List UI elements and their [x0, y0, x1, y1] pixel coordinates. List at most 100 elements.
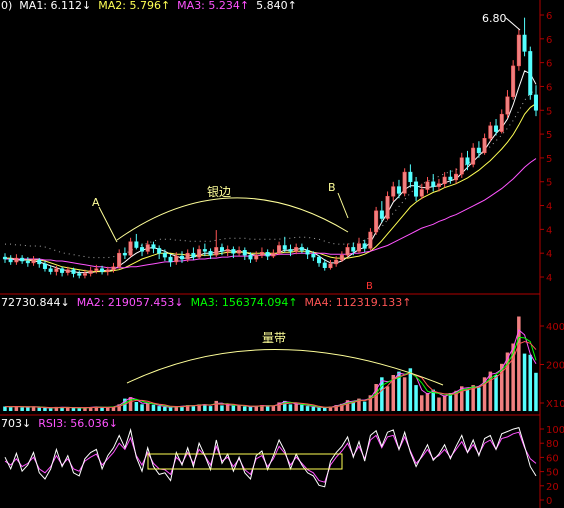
- candle-body: [65, 269, 70, 273]
- candle-body: [516, 34, 521, 67]
- rsi-header: 703↓ RSI3: 56.036↓: [1, 418, 125, 430]
- candle-body: [408, 171, 413, 183]
- volume-bar: [60, 407, 64, 411]
- axis-tick-label: 6: [546, 11, 552, 22]
- axis-tick-label: 20: [546, 482, 559, 493]
- candle-body: [391, 186, 396, 197]
- volume_header-item: MA2: 219057.453↓: [76, 296, 184, 309]
- candle-body: [31, 259, 36, 264]
- price-header: 0) MA1: 6.112↓ MA2: 5.796↑ MA3: 5.234↑ 5.840…: [1, 0, 304, 12]
- candle-body: [522, 34, 527, 52]
- volume-bar: [305, 406, 310, 411]
- volume-bar: [203, 404, 207, 411]
- silver-edge-arc: [116, 197, 349, 241]
- candle-body: [94, 268, 99, 271]
- volume-header: 72730.844↓ MA2: 219057.453↓ MA3: 156374.09…: [1, 297, 418, 309]
- candle-body: [277, 245, 282, 254]
- volume-bar: [408, 368, 413, 412]
- volume-bar: [106, 407, 110, 411]
- volume-bar: [3, 406, 7, 411]
- candle-body: [219, 247, 224, 252]
- volume-bar: [414, 385, 418, 411]
- candle-body: [494, 125, 499, 132]
- volume-bar: [243, 406, 247, 411]
- rsi_header-item: 703↓: [1, 417, 32, 430]
- axis-tick-label: 400: [546, 322, 564, 333]
- axis-tick-label: 4: [546, 225, 552, 236]
- candle-body: [396, 186, 401, 194]
- peak-pointer: [505, 17, 521, 31]
- volume-bar: [385, 386, 390, 412]
- axis-tick-label: X10: [546, 399, 564, 410]
- candle-body: [311, 253, 316, 258]
- axis-tick-label: 5: [546, 106, 552, 117]
- candle-body: [145, 244, 150, 252]
- volume-bar: [134, 402, 139, 411]
- candle-body: [362, 243, 367, 249]
- volume-bar: [248, 406, 253, 411]
- volume_header-item: MA4: 112319.133↑: [304, 296, 412, 309]
- candle-body: [151, 244, 156, 249]
- volume-bar: [522, 353, 527, 411]
- volume-bar: [77, 408, 81, 411]
- candle-body: [282, 245, 287, 250]
- candle-body: [25, 260, 30, 264]
- candle-body: [528, 51, 533, 96]
- candle-body: [174, 255, 179, 263]
- label-a: A: [92, 196, 100, 209]
- volume-bar: [140, 404, 144, 412]
- candle-body: [54, 268, 59, 272]
- candle-body: [82, 273, 87, 276]
- label-peak-price: 6.80: [482, 12, 507, 25]
- candle-body: [208, 251, 213, 256]
- rsi-rsi1-line: [4, 426, 537, 488]
- volume-bar: [477, 387, 481, 411]
- candle-body: [77, 273, 82, 276]
- candle-body: [117, 252, 122, 267]
- volume-bar: [231, 405, 236, 411]
- candle-body: [231, 249, 236, 254]
- axis-tick-label: 60: [546, 453, 559, 464]
- candle-body: [482, 138, 487, 154]
- volume-bar: [442, 395, 447, 412]
- candle-body: [431, 181, 436, 187]
- volume-bar: [71, 407, 76, 411]
- candle-body: [454, 173, 459, 181]
- candle-body: [476, 147, 481, 154]
- axis-tick-label: 0: [546, 496, 552, 507]
- candle-body: [48, 268, 53, 272]
- candle-body: [197, 249, 202, 258]
- volume-bar: [300, 404, 304, 411]
- candle-body: [191, 252, 196, 258]
- axis-tick-label: 4: [546, 249, 552, 260]
- candle-body: [162, 252, 167, 258]
- candle-body: [322, 262, 327, 268]
- candle-body: [42, 263, 47, 269]
- candle-body: [122, 252, 127, 256]
- candle-body: [345, 247, 350, 256]
- candle-body: [465, 157, 470, 165]
- candle-body: [368, 231, 373, 249]
- candle-body: [294, 247, 299, 252]
- axis-tick-label: 80: [546, 439, 559, 450]
- axis-tick-label: 5: [546, 154, 552, 165]
- volume-bar: [237, 405, 241, 411]
- volume-bar: [317, 407, 321, 411]
- volume-bar: [43, 407, 47, 411]
- candle-body: [317, 256, 322, 264]
- volume-bar: [168, 407, 173, 411]
- volume_header-item: MA3: 156374.094↑: [190, 296, 298, 309]
- axis-tick-label: 100: [546, 425, 564, 436]
- candle-body: [271, 252, 276, 257]
- candle-body: [448, 176, 453, 181]
- volume-bar: [311, 406, 316, 411]
- candle-body: [214, 247, 219, 256]
- candle-body: [379, 210, 384, 219]
- candle-body: [259, 252, 264, 256]
- candle-body: [334, 259, 339, 265]
- candle-body: [88, 270, 93, 274]
- volume-bar: [225, 404, 230, 411]
- volume-bar: [528, 354, 532, 412]
- candle-body: [442, 176, 447, 185]
- candle-body: [111, 266, 116, 270]
